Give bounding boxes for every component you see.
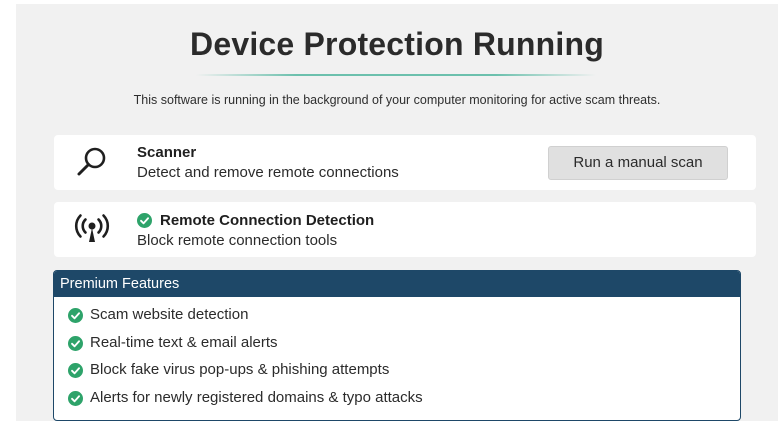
scanner-title: Scanner (137, 144, 197, 161)
remote-detection-card: Remote Connection Detection Block remote… (54, 202, 756, 257)
premium-feature-label: Real-time text & email alerts (90, 333, 278, 351)
premium-feature-label: Alerts for newly registered domains & ty… (90, 388, 423, 406)
check-circle-icon (68, 308, 83, 323)
broadcast-antenna-icon (74, 214, 110, 242)
check-circle-icon (68, 390, 83, 406)
premium-features-header: Premium Features (54, 271, 740, 297)
page-title: Device Protection Running (190, 26, 604, 62)
scanner-description: Detect and remove remote connections (137, 164, 399, 181)
protection-panel: Device Protection Running This software … (16, 4, 778, 421)
premium-feature-item: Real-time text & email alerts (68, 333, 423, 363)
scanner-card: Scanner Detect and remove remote connect… (54, 135, 756, 190)
remote-detection-title: Remote Connection Detection (160, 212, 375, 229)
check-circle-icon (68, 335, 83, 351)
run-manual-scan-button[interactable]: Run a manual scan (548, 146, 728, 180)
title-divider (196, 74, 596, 76)
premium-feature-item: Block fake virus pop-ups & phishing atte… (68, 362, 423, 390)
premium-feature-item: Scam website detection (68, 307, 423, 335)
premium-feature-label: Block fake virus pop-ups & phishing atte… (90, 361, 390, 378)
remote-detection-description: Block remote connection tools (137, 232, 338, 249)
premium-feature-item: Alerts for newly registered domains & ty… (68, 388, 423, 418)
premium-features-box: Premium Features Scam website detection … (53, 270, 741, 421)
premium-feature-list: Scam website detection Real-time text & … (68, 307, 423, 417)
page-subtitle: This software is running in the backgrou… (133, 93, 661, 107)
check-circle-icon (68, 363, 83, 378)
check-circle-icon (137, 213, 152, 228)
search-icon (77, 147, 106, 176)
premium-feature-label: Scam website detection (90, 306, 249, 323)
